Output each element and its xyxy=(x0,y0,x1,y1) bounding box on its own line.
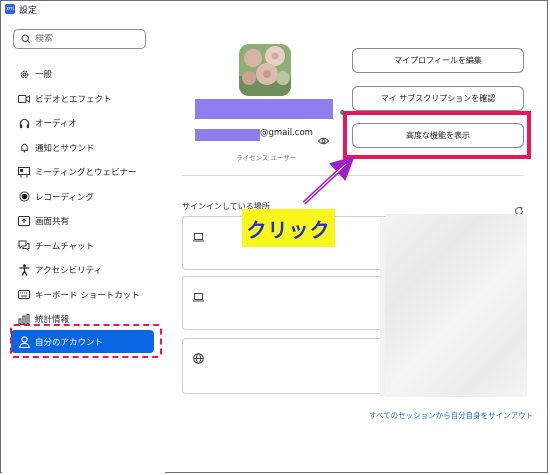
click-callout-text: クリック xyxy=(246,217,331,242)
zoom-app-icon: zm xyxy=(5,4,15,14)
sidebar-item-meetings[interactable]: ミーティングとウェビナー xyxy=(2,160,165,185)
window-title: 設定 xyxy=(19,5,38,16)
sidebar-nav: 一般 ビデオとエフェクト オーディオ 通知とサウンド ミーティングとウェビナー … xyxy=(2,62,165,332)
keyboard-icon xyxy=(18,289,30,301)
title-bar: zm 設定 xyxy=(1,1,549,17)
redacted-name xyxy=(195,99,333,119)
laptop-icon xyxy=(193,227,204,246)
avatar[interactable] xyxy=(239,44,291,96)
account-panel: @gmail.com ライセンス ユーザー マイプロフィールを編集 マイ サブス… xyxy=(167,18,549,473)
sidebar-item-accessibility[interactable]: アクセシビリティ xyxy=(2,258,165,283)
annotation-highlight-box xyxy=(343,111,531,159)
check-subscription-button[interactable]: マイ サブスクリプションを確認 xyxy=(352,86,524,111)
sign-out-all-sessions-link[interactable]: すべてのセッションから自分自身をサインアウト xyxy=(369,410,533,421)
annotation-dashed-outline xyxy=(10,324,162,358)
sidebar-item-team-chat[interactable]: チームチャット xyxy=(2,234,165,259)
blurred-session-details xyxy=(385,214,527,397)
laptop-icon xyxy=(193,287,204,306)
search-input[interactable] xyxy=(35,34,135,44)
chat-icon xyxy=(18,240,30,252)
video-camera-icon xyxy=(18,93,30,105)
sidebar-item-label: 画面共有 xyxy=(35,217,70,228)
sidebar-item-general[interactable]: 一般 xyxy=(2,62,165,87)
license-type: ライセンス ユーザー xyxy=(236,154,297,162)
sidebar-item-notifications[interactable]: 通知とサウンド xyxy=(2,136,165,161)
globe-icon xyxy=(193,349,204,368)
email-domain: @gmail.com xyxy=(260,128,313,138)
meeting-icon xyxy=(18,166,30,178)
edit-profile-button[interactable]: マイプロフィールを編集 xyxy=(352,48,524,73)
record-icon xyxy=(18,191,30,203)
sidebar-item-label: アクセシビリティ xyxy=(35,266,103,277)
eye-icon[interactable] xyxy=(317,130,330,149)
sidebar-item-label: ビデオとエフェクト xyxy=(35,94,112,105)
sidebar-item-video[interactable]: ビデオとエフェクト xyxy=(2,87,165,112)
search-icon xyxy=(21,34,31,44)
search-box[interactable] xyxy=(13,29,146,49)
click-callout: クリック xyxy=(242,209,335,247)
sidebar-item-label: キーボード ショートカット xyxy=(35,290,140,301)
sidebar-item-screen-share[interactable]: 画面共有 xyxy=(2,209,165,234)
sidebar-item-label: 一般 xyxy=(35,70,53,81)
sidebar-item-label: チームチャット xyxy=(35,241,95,252)
sidebar-item-label: ミーティングとウェビナー xyxy=(35,168,137,179)
accessibility-icon xyxy=(18,264,30,277)
sidebar: 一般 ビデオとエフェクト オーディオ 通知とサウンド ミーティングとウェビナー … xyxy=(2,18,165,473)
screen-share-icon xyxy=(18,215,30,227)
sidebar-item-label: 通知とサウンド xyxy=(35,143,95,154)
divider xyxy=(182,175,524,176)
sidebar-item-audio[interactable]: オーディオ xyxy=(2,111,165,136)
sidebar-item-label: オーディオ xyxy=(35,119,77,130)
headphones-icon xyxy=(18,117,30,129)
avatar-flowers-image xyxy=(239,44,291,96)
sidebar-item-label: レコーディング xyxy=(35,192,94,203)
sidebar-item-keyboard-shortcuts[interactable]: キーボード ショートカット xyxy=(2,283,165,308)
bell-icon xyxy=(18,142,30,154)
sidebar-item-recording[interactable]: レコーディング xyxy=(2,185,165,210)
redacted-email xyxy=(195,129,260,141)
gear-icon xyxy=(18,68,30,80)
